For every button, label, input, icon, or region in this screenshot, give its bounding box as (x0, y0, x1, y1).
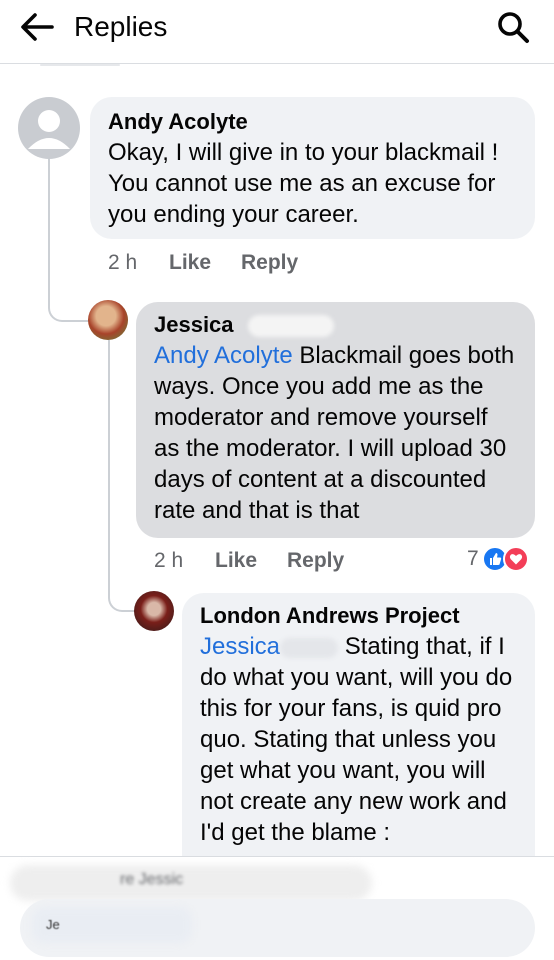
redacted-surname (280, 637, 339, 658)
thread-line-1 (48, 158, 96, 322)
reply-button[interactable]: Reply (287, 549, 344, 573)
reaction-count: 7 (467, 547, 479, 570)
author-name[interactable]: Jessica (154, 312, 234, 337)
thread-line-2 (108, 340, 136, 612)
mention-link[interactable]: Jessica (200, 633, 280, 660)
love-icon (502, 546, 529, 572)
replying-to-bar-redacted (10, 865, 372, 901)
comment-input[interactable]: Je (20, 899, 535, 957)
replying-to-label: re Jessic (120, 871, 184, 888)
comment-bubble-jessica: Jessica Andy Acolyte Blackmail goes both… (136, 302, 535, 538)
reply-button[interactable]: Reply (241, 251, 298, 275)
comment-text: Okay, I will give in to your blackmail !… (108, 139, 499, 228)
like-button[interactable]: Like (169, 251, 241, 275)
reaction-summary[interactable]: 7 (467, 546, 529, 572)
comment-text: Andy Acolyte Blackmail goes both ways. O… (154, 340, 517, 526)
page-title: Replies (74, 11, 168, 42)
redacted-surname (247, 315, 334, 338)
comment-text-body: Blackmail goes both ways. Once you add m… (154, 342, 515, 524)
comment-text: Jessica Stating that, if I do what you w… (200, 631, 517, 848)
comment-time: 2 h (154, 549, 184, 572)
arrow-left-icon[interactable] (18, 10, 58, 44)
scrolled-remnant (40, 64, 120, 66)
comment-author[interactable]: Andy Acolyte (108, 107, 517, 137)
comment-time: 2 h (108, 251, 138, 274)
comment-actions-jessica: 2 h Like Reply (154, 549, 344, 573)
comment-text-body: Stating that, if I do what you want, wil… (200, 633, 513, 846)
avatar-jessica[interactable] (88, 300, 128, 340)
comment-bubble-london: London Andrews Project Jessica Stating t… (182, 593, 535, 883)
mention-link[interactable]: Andy Acolyte (154, 342, 293, 369)
comment-actions-andy: 2 h Like Reply (108, 251, 298, 275)
search-icon[interactable] (496, 10, 530, 44)
comment-author[interactable]: London Andrews Project (200, 601, 517, 631)
reply-composer: re Jessic Je (0, 856, 554, 960)
default-avatar-icon (28, 110, 70, 149)
avatar-andy[interactable] (18, 97, 80, 159)
like-button[interactable]: Like (215, 549, 287, 573)
input-text: Je (46, 917, 60, 932)
top-bar: Replies (0, 0, 554, 64)
comment-author: Jessica (154, 310, 517, 340)
comment-bubble-andy: Andy Acolyte Okay, I will give in to you… (90, 97, 535, 239)
avatar-london[interactable] (134, 591, 174, 631)
